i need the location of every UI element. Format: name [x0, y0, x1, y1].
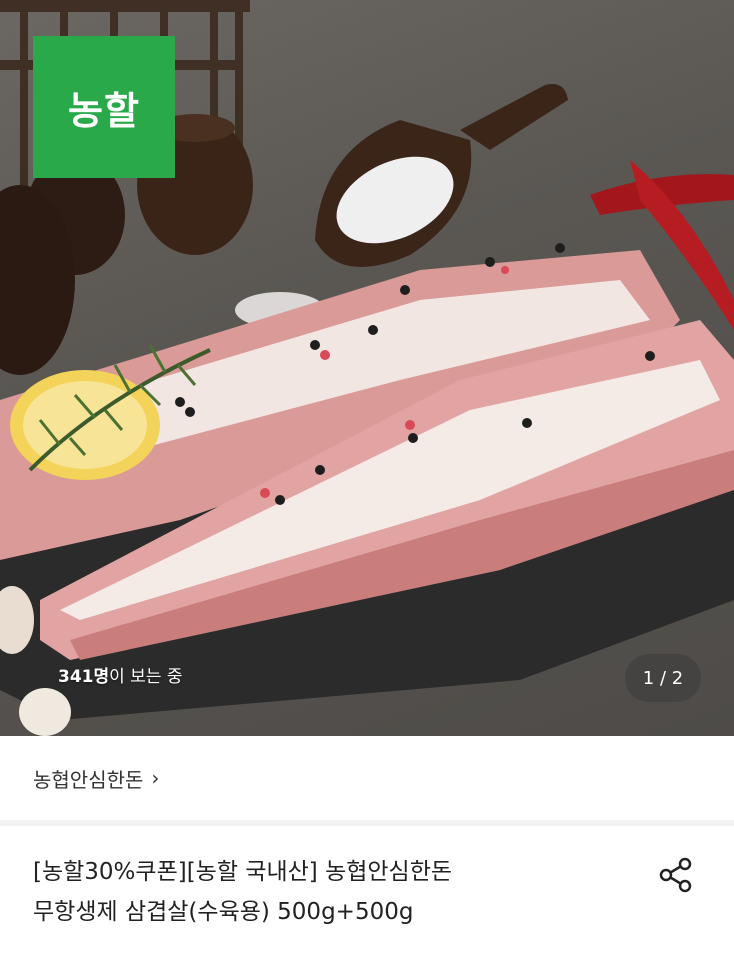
- viewer-count-badge: 341명이 보는 중: [58, 662, 183, 687]
- product-title-line2: 무항생제 삼겹살(수육용) 500g+500g: [33, 899, 414, 925]
- store-row: 농협안심한돈 ›: [0, 736, 734, 826]
- viewer-suffix: 이 보는 중: [109, 667, 183, 687]
- pager-text: 1 / 2: [642, 667, 684, 689]
- store-link[interactable]: 농협안심한돈 ›: [33, 764, 159, 793]
- share-icon: [659, 857, 692, 893]
- share-button[interactable]: [656, 855, 696, 895]
- viewer-count: 341명: [58, 667, 110, 687]
- store-name: 농협안심한돈: [33, 767, 144, 792]
- chevron-right-icon: ›: [151, 766, 160, 790]
- product-image-carousel[interactable]: 농할 341명이 보는 중 1 / 2: [0, 0, 734, 736]
- product-title-line1: [농할30%쿠폰][농할 국내산] 농협안심한돈: [33, 859, 453, 885]
- product-title: [농할30%쿠폰][농할 국내산] 농협안심한돈 무항생제 삼겹살(수육용) 5…: [33, 852, 633, 932]
- logo-text: 농할: [68, 88, 140, 133]
- image-pager-indicator: 1 / 2: [625, 654, 701, 702]
- nonghal-logo: 농할: [33, 36, 175, 178]
